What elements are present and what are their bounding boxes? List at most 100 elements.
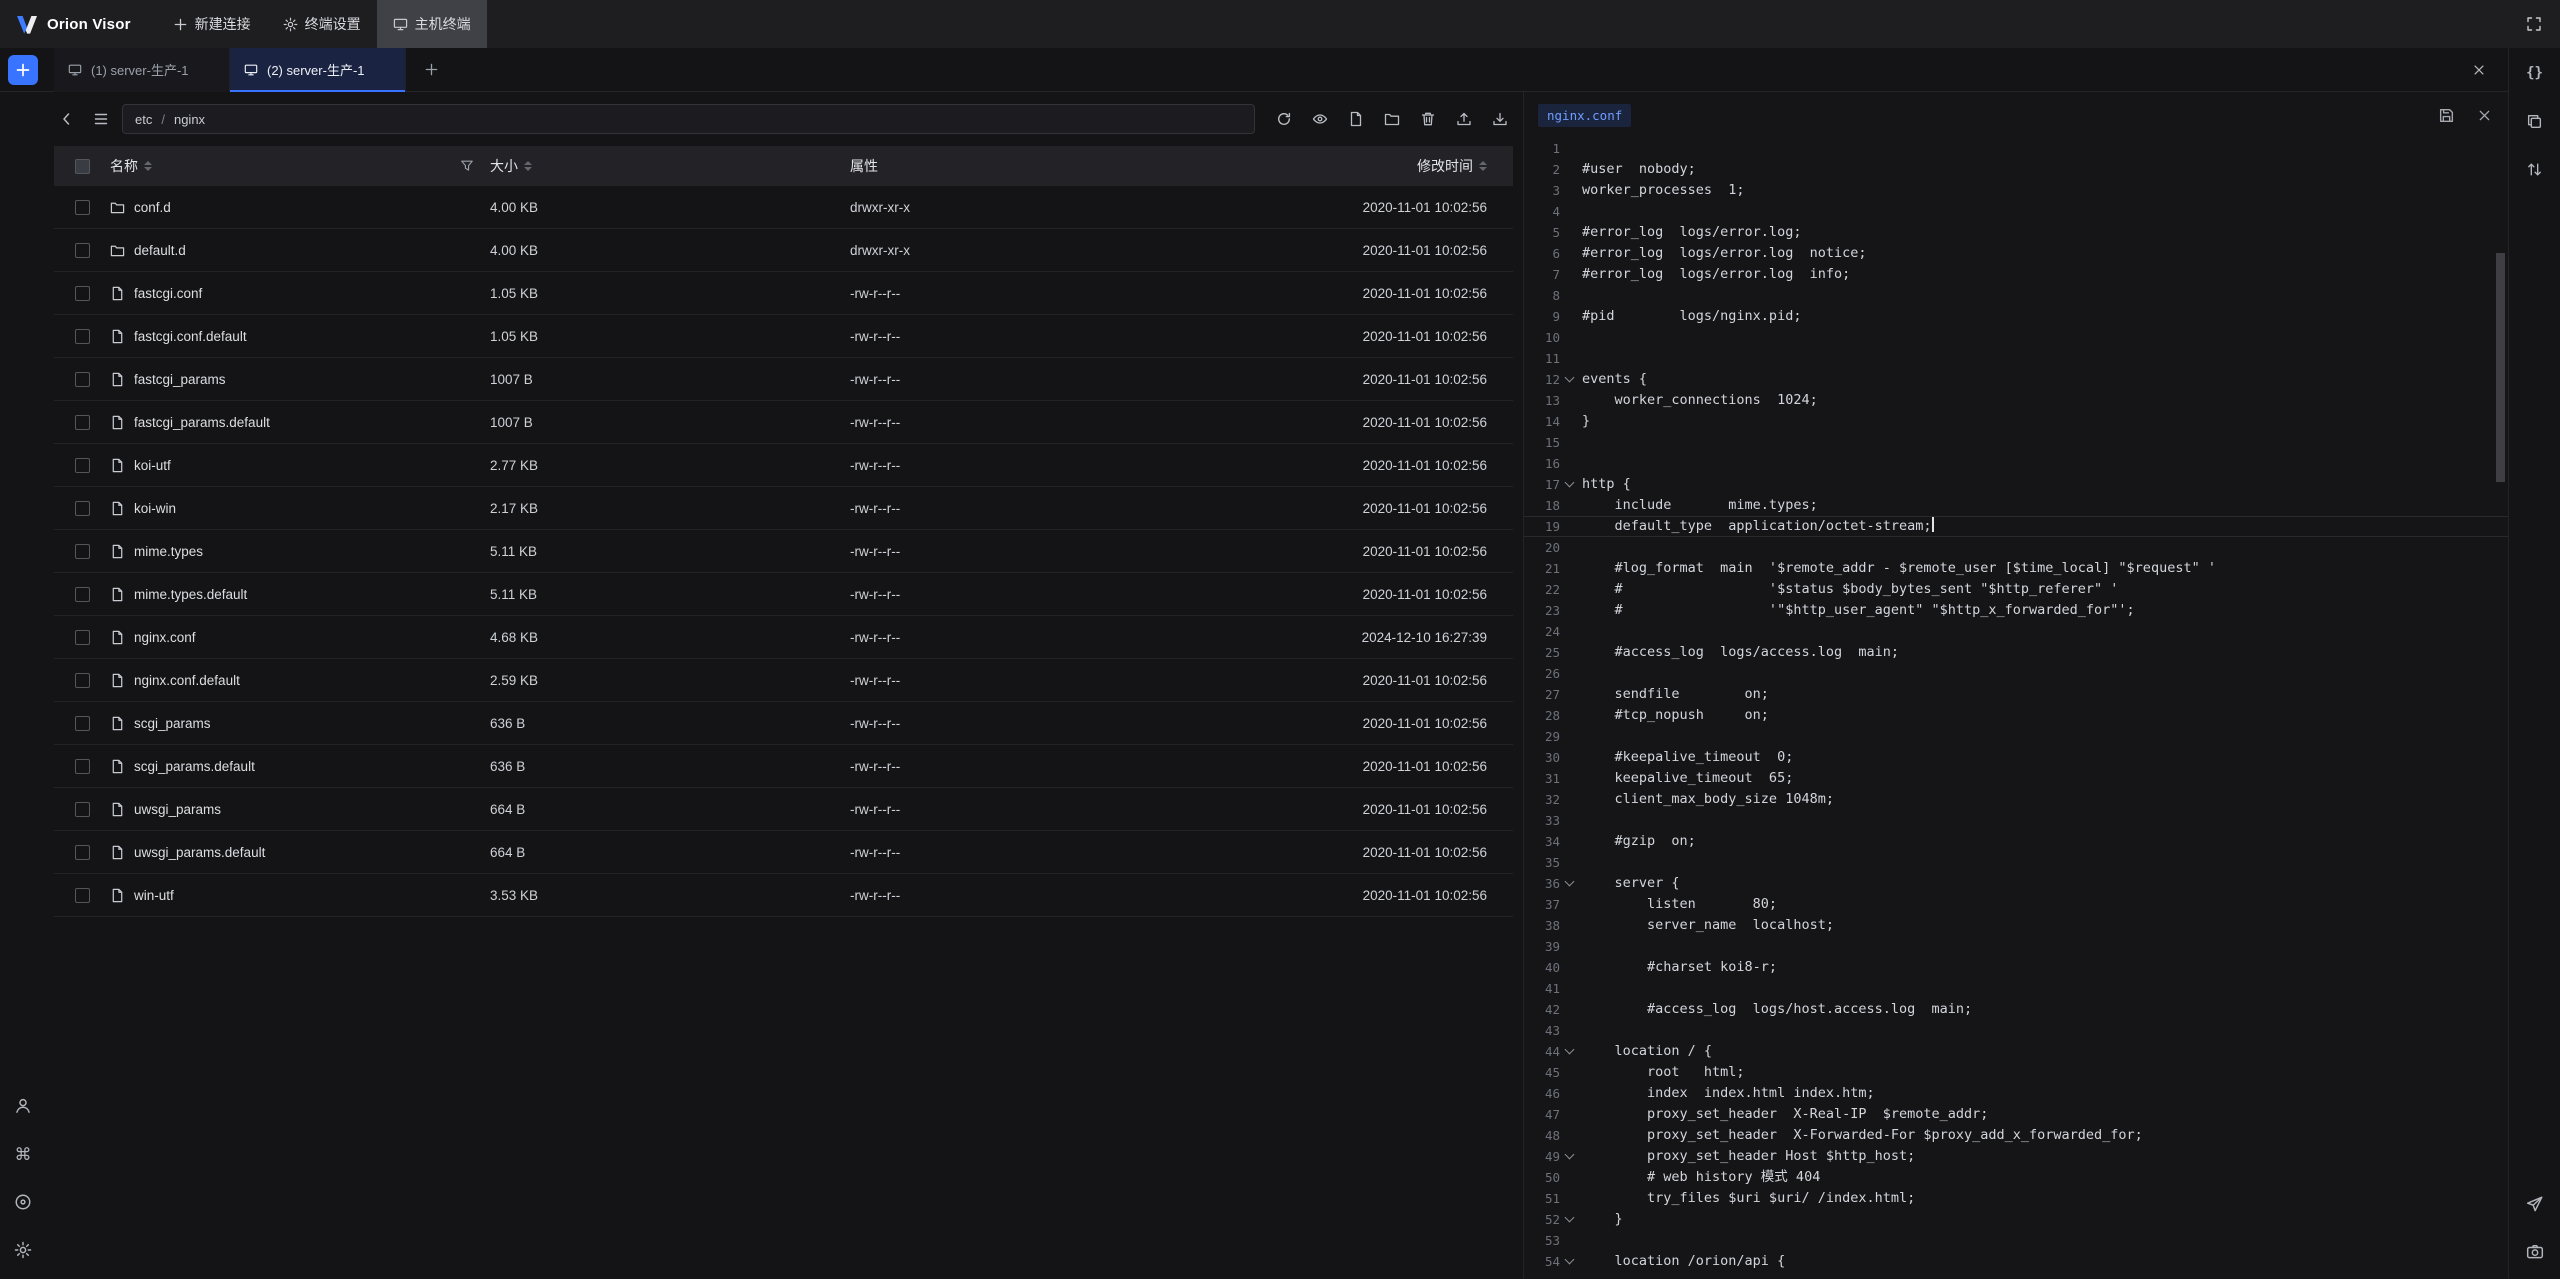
code-line[interactable]: 44 location / { [1524, 1041, 2508, 1062]
code-line[interactable]: 4 [1524, 201, 2508, 222]
sort-icon[interactable] [1479, 161, 1487, 171]
code-line[interactable]: 5#error_log logs/error.log; [1524, 222, 2508, 243]
new-folder-icon[interactable] [1379, 106, 1405, 132]
breadcrumb-segment[interactable]: etc [135, 112, 152, 127]
code-line[interactable]: 22 # '$status $body_bytes_sent "$http_re… [1524, 579, 2508, 600]
transfer-arrows-icon[interactable] [2524, 158, 2546, 180]
code-line[interactable]: 17http { [1524, 474, 2508, 495]
code-line[interactable]: 33 [1524, 810, 2508, 831]
file-row[interactable]: koi-win 2.17 KB -rw-r--r-- 2020-11-01 10… [54, 487, 1513, 530]
file-name[interactable]: scgi_params.default [134, 759, 255, 774]
code-line[interactable]: 46 index index.html index.htm; [1524, 1083, 2508, 1104]
menu-new-connection[interactable]: 新建连接 [157, 0, 267, 48]
file-name[interactable]: fastcgi.conf [134, 286, 202, 301]
code-line[interactable]: 28 #tcp_nopush on; [1524, 705, 2508, 726]
fold-chevron-icon[interactable] [1560, 1209, 1578, 1230]
file-row[interactable]: fastcgi_params.default 1007 B -rw-r--r--… [54, 401, 1513, 444]
file-name[interactable]: win-utf [134, 888, 174, 903]
row-checkbox[interactable] [75, 673, 90, 688]
file-row[interactable]: default.d 4.00 KB drwxr-xr-x 2020-11-01 … [54, 229, 1513, 272]
row-checkbox[interactable] [75, 200, 90, 215]
code-line[interactable]: 6#error_log logs/error.log notice; [1524, 243, 2508, 264]
code-line[interactable]: 18 include mime.types; [1524, 495, 2508, 516]
code-line[interactable]: 7#error_log logs/error.log info; [1524, 264, 2508, 285]
download-icon[interactable] [1487, 106, 1513, 132]
close-editor-icon[interactable] [2474, 105, 2494, 125]
file-row[interactable]: mime.types 5.11 KB -rw-r--r-- 2020-11-01… [54, 530, 1513, 573]
code-line[interactable]: 48 proxy_set_header X-Forwarded-For $pro… [1524, 1125, 2508, 1146]
file-name[interactable]: mime.types [134, 544, 203, 559]
file-name[interactable]: default.d [134, 243, 186, 258]
back-icon[interactable] [54, 106, 80, 132]
code-line[interactable]: 34 #gzip on; [1524, 831, 2508, 852]
menu-host-terminal[interactable]: 主机终端 [377, 0, 487, 48]
file-row[interactable]: uwsgi_params 664 B -rw-r--r-- 2020-11-01… [54, 788, 1513, 831]
row-checkbox[interactable] [75, 372, 90, 387]
row-checkbox[interactable] [75, 630, 90, 645]
code-line[interactable]: 26 [1524, 663, 2508, 684]
code-line[interactable]: 13 worker_connections 1024; [1524, 390, 2508, 411]
fullscreen-icon[interactable] [2508, 0, 2560, 48]
file-name[interactable]: fastcgi_params [134, 372, 226, 387]
row-checkbox[interactable] [75, 802, 90, 817]
code-line[interactable]: 37 listen 80; [1524, 894, 2508, 915]
file-name[interactable]: nginx.conf.default [134, 673, 240, 688]
fold-chevron-icon[interactable] [1560, 873, 1578, 894]
code-line[interactable]: 21 #log_format main '$remote_addr - $rem… [1524, 558, 2508, 579]
file-name[interactable]: fastcgi_params.default [134, 415, 270, 430]
upload-icon[interactable] [1451, 106, 1477, 132]
code-line[interactable]: 27 sendfile on; [1524, 684, 2508, 705]
file-row[interactable]: fastcgi.conf 1.05 KB -rw-r--r-- 2020-11-… [54, 272, 1513, 315]
code-line[interactable]: 52 } [1524, 1209, 2508, 1230]
filter-funnel-icon[interactable] [460, 159, 490, 173]
fold-chevron-icon[interactable] [1560, 474, 1578, 495]
file-row[interactable]: conf.d 4.00 KB drwxr-xr-x 2020-11-01 10:… [54, 186, 1513, 229]
file-name[interactable]: koi-utf [134, 458, 171, 473]
file-row[interactable]: nginx.conf.default 2.59 KB -rw-r--r-- 20… [54, 659, 1513, 702]
file-name[interactable]: koi-win [134, 501, 176, 516]
row-checkbox[interactable] [75, 845, 90, 860]
code-line[interactable]: 16 [1524, 453, 2508, 474]
code-line[interactable]: 29 [1524, 726, 2508, 747]
file-row[interactable]: uwsgi_params.default 664 B -rw-r--r-- 20… [54, 831, 1513, 874]
theme-disc-icon[interactable] [12, 1191, 34, 1213]
file-name[interactable]: nginx.conf [134, 630, 196, 645]
file-row[interactable]: koi-utf 2.77 KB -rw-r--r-- 2020-11-01 10… [54, 444, 1513, 487]
new-terminal-button[interactable] [8, 55, 38, 85]
breadcrumb[interactable]: etc/nginx [122, 104, 1255, 134]
row-checkbox[interactable] [75, 716, 90, 731]
file-name[interactable]: scgi_params [134, 716, 211, 731]
code-line[interactable]: 23 # '"$http_user_agent" "$http_x_forwar… [1524, 600, 2508, 621]
code-line[interactable]: 3worker_processes 1; [1524, 180, 2508, 201]
row-checkbox[interactable] [75, 587, 90, 602]
file-row[interactable]: win-utf 3.53 KB -rw-r--r-- 2020-11-01 10… [54, 874, 1513, 917]
copy-snippet-icon[interactable] [2524, 110, 2546, 132]
screenshot-camera-icon[interactable] [2524, 1241, 2546, 1263]
variables-braces-icon[interactable]: {} [2524, 62, 2546, 84]
delete-trash-icon[interactable] [1415, 106, 1441, 132]
breadcrumb-segment[interactable]: nginx [174, 112, 205, 127]
code-line[interactable]: 30 #keepalive_timeout 0; [1524, 747, 2508, 768]
row-checkbox[interactable] [75, 759, 90, 774]
code-line[interactable]: 51 try_files $uri $uri/ /index.html; [1524, 1188, 2508, 1209]
code-line[interactable]: 10 [1524, 327, 2508, 348]
new-file-icon[interactable] [1343, 106, 1369, 132]
row-checkbox[interactable] [75, 544, 90, 559]
code-line[interactable]: 14} [1524, 411, 2508, 432]
code-line[interactable]: 32 client_max_body_size 1048m; [1524, 789, 2508, 810]
row-checkbox[interactable] [75, 888, 90, 903]
code-line[interactable]: 38 server_name localhost; [1524, 915, 2508, 936]
list-view-icon[interactable] [88, 106, 114, 132]
code-line[interactable]: 36 server { [1524, 873, 2508, 894]
code-line[interactable]: 25 #access_log logs/access.log main; [1524, 642, 2508, 663]
file-row[interactable]: scgi_params 636 B -rw-r--r-- 2020-11-01 … [54, 702, 1513, 745]
code-line[interactable]: 12events { [1524, 369, 2508, 390]
save-icon[interactable] [2436, 105, 2456, 125]
row-checkbox[interactable] [75, 286, 90, 301]
code-line[interactable]: 35 [1524, 852, 2508, 873]
code-line[interactable]: 41 [1524, 978, 2508, 999]
code-line[interactable]: 45 root html; [1524, 1062, 2508, 1083]
code-line[interactable]: 40 #charset koi8-r; [1524, 957, 2508, 978]
row-checkbox[interactable] [75, 243, 90, 258]
code-line[interactable]: 11 [1524, 348, 2508, 369]
